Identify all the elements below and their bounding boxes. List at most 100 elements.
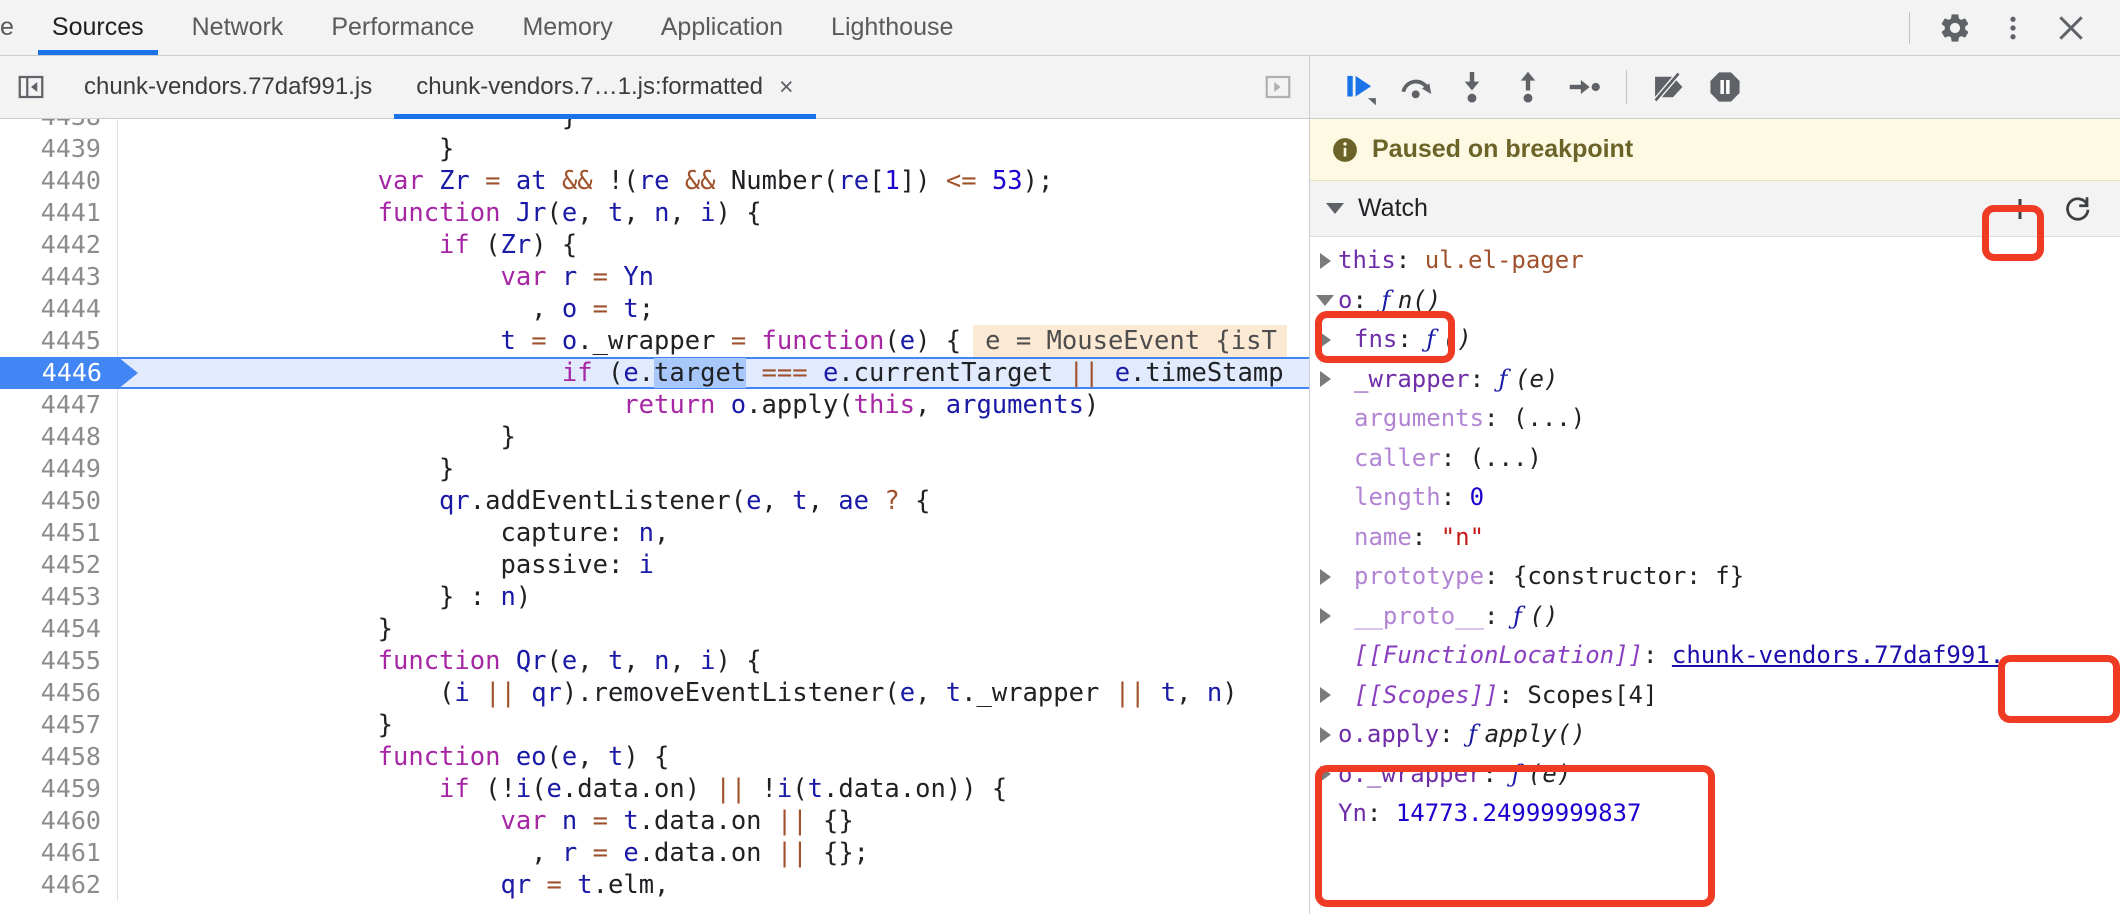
watch-property-value: 0 (1469, 483, 1485, 511)
watch-section-header[interactable]: Watch (1310, 181, 2120, 237)
line-number[interactable]: 4456 (0, 677, 118, 709)
code-token: on (654, 774, 685, 804)
line-number[interactable]: 4457 (0, 709, 118, 741)
expand-arrow-closed-icon[interactable] (1312, 766, 1338, 783)
line-number[interactable]: 4441 (0, 197, 118, 229)
panel-tab-sources[interactable]: Sources (28, 0, 168, 55)
watch-property-name: length (1354, 483, 1441, 511)
expand-arrow-closed-icon[interactable] (1312, 331, 1338, 348)
watch-property-name: prototype (1354, 562, 1485, 590)
panel-tab-application[interactable]: Application (637, 0, 807, 55)
add-watch-expression-button[interactable] (1996, 185, 2044, 233)
resume-script-execution-button[interactable] (1332, 59, 1388, 115)
line-number[interactable]: 4458 (0, 741, 118, 773)
watch-row[interactable]: o.apply: ƒ apply() (1310, 715, 2120, 755)
code-token: ]) (899, 166, 946, 196)
line-number[interactable]: 4462 (0, 869, 118, 901)
watch-row[interactable]: o: ƒ n() (1310, 281, 2120, 321)
code-token: t (607, 646, 624, 676)
watch-row[interactable]: fns: ƒ () (1310, 320, 2120, 360)
watch-row[interactable]: arguments: (...) (1310, 399, 2120, 439)
watch-row[interactable]: [[FunctionLocation]]: chunk-vendors.77da… (1310, 636, 2120, 676)
watch-expression-list[interactable]: this: ul.el-pager o: ƒ n() fns: ƒ () _wrapp… (1310, 237, 2120, 914)
watch-row[interactable]: length: 0 (1310, 478, 2120, 518)
watch-property-value: Scopes[4] (1527, 680, 1658, 709)
line-number[interactable]: 4450 (0, 485, 118, 517)
expand-arrow-closed-icon[interactable] (1312, 568, 1338, 585)
watch-row[interactable]: o._wrapper: ƒ (e) (1310, 755, 2120, 795)
watch-property-value: (e) (1515, 364, 1559, 393)
watch-row[interactable]: this: ul.el-pager (1310, 241, 2120, 281)
watch-row[interactable]: prototype: {constructor: f} (1310, 557, 2120, 597)
line-number[interactable]: 4448 (0, 421, 118, 453)
panel-tab-clipped[interactable]: e (0, 0, 28, 55)
line-number[interactable]: 4439 (0, 133, 118, 165)
file-tab-chunk-vendors[interactable]: chunk-vendors.77daf991.js (62, 56, 394, 118)
code-token: eo (515, 742, 547, 772)
close-devtools-icon[interactable] (2044, 1, 2098, 55)
line-number[interactable]: 4444 (0, 293, 118, 325)
step-button[interactable] (1556, 59, 1612, 115)
expand-arrow-closed-icon[interactable] (1312, 608, 1338, 625)
line-number[interactable]: 4459 (0, 773, 118, 805)
line-number[interactable]: 4443 (0, 261, 118, 293)
file-tab-chunk-vendors-formatted[interactable]: chunk-vendors.7…1.js:formatted × (394, 56, 817, 119)
expand-arrow-closed-icon[interactable] (1312, 687, 1338, 704)
refresh-watch-button[interactable] (2054, 185, 2102, 233)
line-number[interactable]: 4460 (0, 805, 118, 837)
expand-arrow-closed-icon[interactable] (1312, 726, 1338, 743)
line-number[interactable]: 4454 (0, 613, 118, 645)
watch-colon: : (1469, 364, 1499, 393)
panel-tab-network[interactable]: Network (168, 0, 308, 55)
code-editor[interactable]: 4438 }4439 }4440 var Zr = at && !(re && … (0, 119, 1309, 914)
step-over-button[interactable] (1388, 59, 1444, 115)
line-number[interactable]: 4442 (0, 229, 118, 261)
show-navigator-icon[interactable] (0, 56, 62, 118)
line-number[interactable]: 4455 (0, 645, 118, 677)
watch-row[interactable]: name: "n" (1310, 518, 2120, 558)
code-token: {} (807, 806, 854, 836)
watch-property-name: [[FunctionLocation]] (1354, 641, 1643, 669)
line-number[interactable]: 4451 (0, 517, 118, 549)
line-number[interactable]: 4453 (0, 581, 118, 613)
function-glyph: ƒ (1498, 364, 1516, 393)
more-options-icon[interactable] (1986, 1, 2040, 55)
watch-row[interactable]: _wrapper: ƒ (e) (1310, 360, 2120, 400)
function-location-link[interactable]: chunk-vendors.77daf991. (1672, 636, 2004, 676)
watch-property-name: _wrapper (1354, 364, 1470, 393)
code-token: || (1068, 358, 1100, 388)
code-token: on (730, 806, 762, 836)
code-token: . (715, 806, 731, 836)
deactivate-breakpoints-button[interactable] (1641, 59, 1697, 115)
close-icon[interactable]: × (779, 74, 794, 100)
line-number[interactable]: 4438 (0, 119, 118, 133)
line-number[interactable]: 4446 (0, 357, 118, 389)
line-number[interactable]: 4461 (0, 837, 118, 869)
watch-row[interactable]: [[Scopes]]: Scopes[4] (1310, 676, 2120, 716)
line-number[interactable]: 4445 (0, 325, 118, 357)
settings-gear-icon[interactable] (1928, 1, 1982, 55)
line-number[interactable]: 4440 (0, 165, 118, 197)
watch-row[interactable]: Yn: 14773.24999999837 (1310, 794, 2120, 834)
code-line-text: capture: n, (118, 517, 1309, 549)
code-token: . (638, 806, 655, 836)
panel-tab-performance[interactable]: Performance (307, 0, 498, 55)
step-into-button[interactable] (1444, 59, 1500, 115)
step-out-button[interactable] (1500, 59, 1556, 115)
expand-arrow-open-icon[interactable] (1312, 294, 1338, 306)
expand-arrow-closed-icon[interactable] (1312, 371, 1338, 388)
line-number[interactable]: 4452 (0, 549, 118, 581)
watch-row[interactable]: __proto__: ƒ () (1310, 597, 2120, 637)
line-number[interactable]: 4447 (0, 389, 118, 421)
line-number[interactable]: 4449 (0, 453, 118, 485)
panel-tab-memory[interactable]: Memory (498, 0, 636, 55)
code-token: function (377, 646, 501, 676)
panel-tab-lighthouse[interactable]: Lighthouse (807, 0, 977, 55)
pause-on-exceptions-button[interactable] (1697, 59, 1753, 115)
more-tabs-icon[interactable] (1247, 56, 1309, 118)
code-line-text: (i || qr).removeEventListener(e, t._wrap… (118, 677, 1309, 709)
expand-arrow-closed-icon[interactable] (1312, 252, 1338, 269)
code-token: function (377, 198, 501, 228)
watch-row[interactable]: caller: (...) (1310, 439, 2120, 479)
